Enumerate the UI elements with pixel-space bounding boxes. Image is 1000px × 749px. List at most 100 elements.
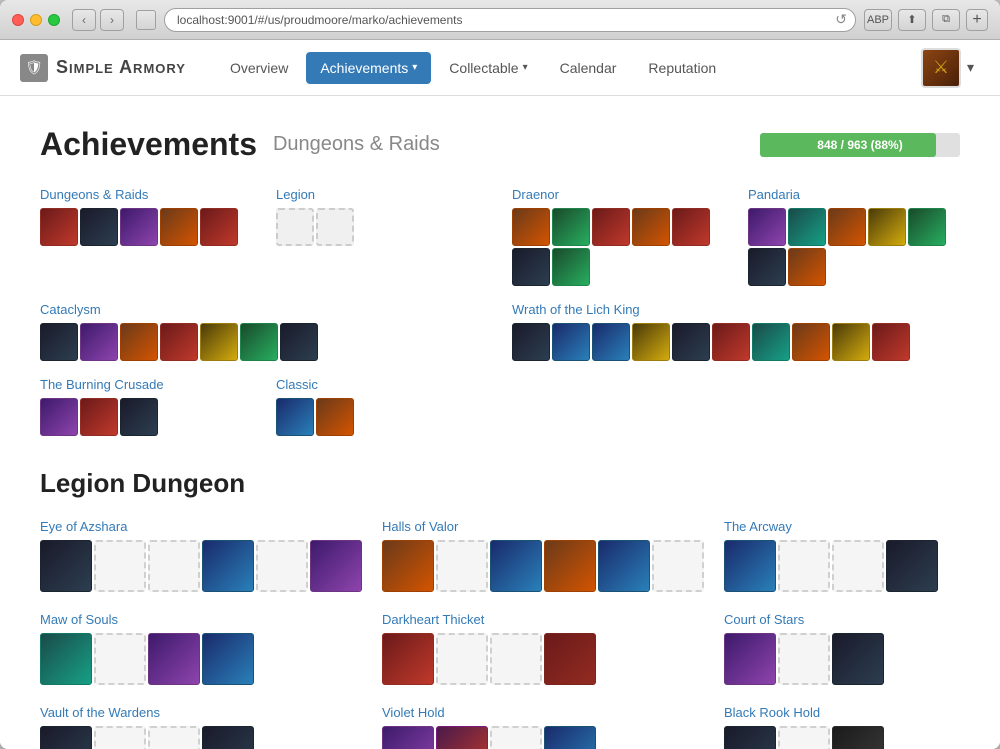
dungeon-icon-empty[interactable] [832, 540, 884, 592]
dungeon-icon[interactable] [40, 633, 92, 685]
dungeon-icon[interactable] [40, 726, 92, 749]
achievement-icon[interactable] [316, 398, 354, 436]
forward-button[interactable]: › [100, 9, 124, 31]
dungeon-icon[interactable] [832, 633, 884, 685]
avatar-button[interactable]: ⚔ [921, 48, 961, 88]
section-label-cataclysm[interactable]: Cataclysm [40, 302, 488, 317]
brand-name[interactable]: Simple Armory [56, 57, 186, 78]
dungeon-name-black-rook[interactable]: Black Rook Hold [724, 705, 960, 720]
achievement-icon[interactable] [672, 208, 710, 246]
dungeon-icon[interactable] [202, 633, 254, 685]
section-label-dungeons[interactable]: Dungeons & Raids [40, 187, 252, 202]
achievement-icon-empty[interactable] [316, 208, 354, 246]
dungeon-name-eye[interactable]: Eye of Azshara [40, 519, 362, 534]
dungeon-icon-empty[interactable] [94, 633, 146, 685]
dungeon-icon[interactable] [490, 540, 542, 592]
dungeon-name-arcway[interactable]: The Arcway [724, 519, 960, 534]
achievement-icon[interactable] [552, 208, 590, 246]
section-label-wrath[interactable]: Wrath of the Lich King [512, 302, 960, 317]
address-bar[interactable]: localhost:9001/#/us/proudmoore/marko/ach… [164, 8, 856, 32]
dungeon-icon-empty[interactable] [490, 726, 542, 749]
dungeon-icon[interactable] [598, 540, 650, 592]
achievement-icon[interactable] [160, 323, 198, 361]
adp-button[interactable]: ABP [864, 9, 892, 31]
dungeon-icon-empty[interactable] [148, 726, 200, 749]
dungeon-icon[interactable] [724, 726, 776, 749]
close-button[interactable] [12, 14, 24, 26]
achievement-icon[interactable] [712, 323, 750, 361]
achievement-icon[interactable] [592, 208, 630, 246]
minimize-button[interactable] [30, 14, 42, 26]
dungeon-icon-empty[interactable] [436, 633, 488, 685]
achievement-icon[interactable] [592, 323, 630, 361]
achievement-icon[interactable] [552, 323, 590, 361]
achievement-icon[interactable] [120, 398, 158, 436]
dungeon-icon[interactable] [544, 540, 596, 592]
dungeon-icon-empty[interactable] [94, 726, 146, 749]
achievement-icon[interactable] [160, 208, 198, 246]
dungeon-icon[interactable] [544, 726, 596, 749]
achievement-icon[interactable] [120, 208, 158, 246]
achievement-icon-empty[interactable] [276, 208, 314, 246]
achievement-icon[interactable] [908, 208, 946, 246]
dungeon-icon-empty[interactable] [256, 540, 308, 592]
clone-button[interactable]: ⧉ [932, 9, 960, 31]
achievement-icon[interactable] [632, 323, 670, 361]
dungeon-icon[interactable] [148, 633, 200, 685]
tab-icon[interactable] [136, 10, 156, 30]
dungeon-icon[interactable] [724, 633, 776, 685]
achievement-icon[interactable] [752, 323, 790, 361]
achievement-icon[interactable] [200, 323, 238, 361]
nav-overview[interactable]: Overview [216, 52, 302, 84]
section-label-legion[interactable]: Legion [276, 187, 488, 202]
achievement-icon[interactable] [120, 323, 158, 361]
dungeon-icon-empty[interactable] [436, 540, 488, 592]
dungeon-name-maw[interactable]: Maw of Souls [40, 612, 362, 627]
dungeon-icon[interactable] [40, 540, 92, 592]
dungeon-icon[interactable] [202, 540, 254, 592]
dungeon-icon-empty[interactable] [490, 633, 542, 685]
achievement-icon[interactable] [200, 208, 238, 246]
avatar-caret[interactable]: ▾ [961, 51, 980, 84]
section-label-burning[interactable]: The Burning Crusade [40, 377, 252, 392]
achievement-icon[interactable] [80, 323, 118, 361]
dungeon-icon-empty[interactable] [652, 540, 704, 592]
dungeon-icon[interactable] [436, 726, 488, 749]
dungeon-icon[interactable] [832, 726, 884, 749]
dungeon-icon-empty[interactable] [148, 540, 200, 592]
dungeon-icon[interactable] [886, 540, 938, 592]
share-button[interactable]: ⬆ [898, 9, 926, 31]
achievement-icon[interactable] [748, 248, 786, 286]
dungeon-icon[interactable] [382, 726, 434, 749]
maximize-button[interactable] [48, 14, 60, 26]
nav-reputation[interactable]: Reputation [634, 52, 730, 84]
achievement-icon[interactable] [240, 323, 278, 361]
achievement-icon[interactable] [40, 208, 78, 246]
dungeon-icon[interactable] [382, 540, 434, 592]
back-button[interactable]: ‹ [72, 9, 96, 31]
dungeon-icon-empty[interactable] [94, 540, 146, 592]
dungeon-icon[interactable] [382, 633, 434, 685]
achievement-icon[interactable] [80, 398, 118, 436]
achievement-icon[interactable] [40, 323, 78, 361]
achievement-icon[interactable] [872, 323, 910, 361]
achievement-icon[interactable] [832, 323, 870, 361]
nav-calendar[interactable]: Calendar [546, 52, 631, 84]
dungeon-icon-empty[interactable] [778, 633, 830, 685]
dungeon-name-vault[interactable]: Vault of the Wardens [40, 705, 362, 720]
section-label-draenor[interactable]: Draenor [512, 187, 724, 202]
dungeon-name-darkheart[interactable]: Darkheart Thicket [382, 612, 704, 627]
achievement-icon[interactable] [748, 208, 786, 246]
dungeon-icon-empty[interactable] [778, 540, 830, 592]
achievement-icon[interactable] [868, 208, 906, 246]
nav-achievements[interactable]: Achievements ▾ [306, 52, 431, 84]
achievement-icon[interactable] [280, 323, 318, 361]
achievement-icon[interactable] [512, 248, 550, 286]
achievement-icon[interactable] [828, 208, 866, 246]
section-label-pandaria[interactable]: Pandaria [748, 187, 960, 202]
achievement-icon[interactable] [552, 248, 590, 286]
achievement-icon[interactable] [276, 398, 314, 436]
dungeon-icon[interactable] [310, 540, 362, 592]
new-tab-button[interactable]: + [966, 9, 988, 31]
dungeon-name-halls[interactable]: Halls of Valor [382, 519, 704, 534]
